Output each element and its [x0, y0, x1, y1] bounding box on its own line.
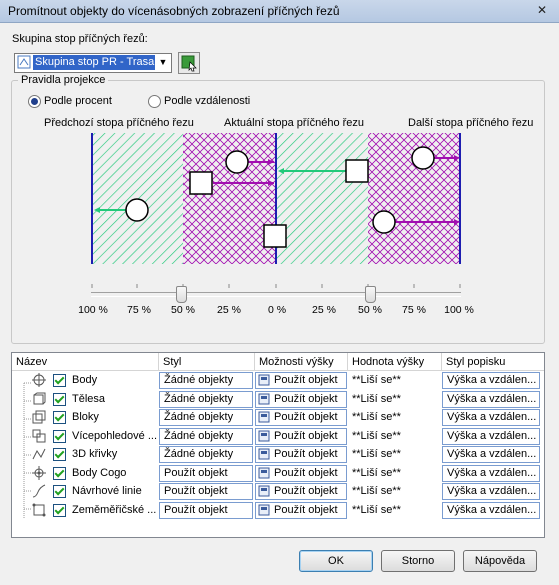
object-style-icon — [258, 485, 270, 497]
row-label-style-select[interactable]: Výška a vzdálen... — [442, 390, 540, 408]
row-checkbox[interactable] — [53, 485, 66, 498]
slider-thumb-right[interactable] — [365, 286, 376, 303]
table-row[interactable]: Vícepohledové ... Žádné objekty Použít obj… — [11, 427, 543, 445]
row-name: 3D křivky — [72, 448, 118, 460]
row-label-style-select[interactable]: Výška a vzdálen... — [442, 409, 540, 426]
table-row[interactable]: Zeměměřičské ... Použít objekt Použít obje… — [11, 501, 543, 519]
row-style-select[interactable]: Žádné objekty — [159, 446, 253, 463]
row-label-style-select[interactable]: Výška a vzdálen... — [442, 464, 540, 482]
row-checkbox[interactable] — [53, 448, 66, 461]
row-name: Zeměměřičské ... — [72, 503, 157, 516]
solid-icon — [33, 392, 46, 404]
column-header-label-style[interactable]: Styl popisku — [442, 353, 544, 371]
tick-label: 100 % — [444, 304, 474, 316]
object-style-icon — [258, 504, 270, 515]
table-row[interactable]: 3D křivky Žádné objekty Použít objekt **Liš… — [11, 445, 543, 463]
slider-thumb-left[interactable] — [176, 286, 187, 303]
row-checkbox[interactable] — [53, 429, 66, 443]
slider-ticks — [91, 284, 461, 288]
row-checkbox[interactable] — [53, 411, 66, 424]
table-row[interactable]: Tělesa Žádné objekty Použít objekt **Liší s… — [11, 390, 543, 408]
tick-label: 50 % — [171, 304, 195, 316]
row-name: Tělesa — [72, 392, 106, 405]
row-height-value[interactable]: **Liší se** — [348, 464, 440, 482]
feature-line-icon — [32, 484, 46, 498]
table-row[interactable]: Návrhové linie Použít objekt Použít objekt… — [11, 482, 543, 500]
object-style-icon — [258, 411, 270, 423]
tick-label: 75 % — [127, 304, 151, 316]
object-style-icon — [258, 467, 270, 478]
multiview-block-icon — [32, 429, 46, 442]
row-checkbox[interactable] — [53, 392, 66, 406]
row-name: Body Cogo — [72, 466, 127, 479]
row-style-select[interactable]: Použít objekt — [159, 483, 253, 500]
square-object — [189, 171, 213, 195]
row-label-style-select[interactable]: Výška a vzdálen... — [442, 483, 540, 500]
tick-label: 50 % — [358, 304, 382, 316]
row-label-style-select[interactable]: Výška a vzdálen... — [442, 372, 540, 389]
tick-label: 100 % — [78, 304, 108, 316]
row-height-value[interactable]: **Liší se** — [348, 482, 440, 500]
column-header-name[interactable]: Název — [12, 353, 159, 371]
square-object — [263, 224, 287, 248]
row-style-select[interactable]: Žádné objekty — [159, 427, 253, 445]
point-icon — [32, 373, 46, 387]
purple-hatch-left — [183, 133, 276, 264]
3d-polyline-icon — [32, 448, 46, 460]
projection-slider-track — [91, 292, 461, 297]
ok-button[interactable]: OK — [299, 550, 373, 572]
row-height-value[interactable]: **Liší se** — [348, 445, 440, 463]
green-hatch-right — [276, 133, 368, 264]
row-height-value[interactable]: **Liší se** — [348, 390, 440, 408]
object-style-icon — [258, 374, 270, 386]
row-checkbox[interactable] — [53, 374, 66, 387]
row-height-value[interactable]: **Liší se** — [348, 501, 440, 519]
row-height-value[interactable]: **Liší se** — [348, 408, 440, 426]
row-name: Body — [72, 374, 98, 386]
cancel-button[interactable]: Storno — [381, 550, 455, 572]
column-header-height-value[interactable]: Hodnota výšky — [348, 353, 442, 371]
tick-label: 25 % — [217, 304, 241, 316]
column-header-height-options[interactable]: Možnosti výšky — [255, 353, 348, 371]
table-row[interactable]: Bloky Žádné objekty Použít objekt **Liší se… — [11, 408, 543, 426]
help-button[interactable]: Nápověda — [463, 550, 537, 572]
row-height-value[interactable]: **Liší se** — [348, 371, 440, 389]
table-row[interactable]: Body Žádné objekty Použít objekt **Liší se*… — [11, 371, 543, 389]
cogo-point-icon — [32, 465, 46, 480]
row-name: Bloky — [72, 411, 99, 423]
row-style-select[interactable]: Použít objekt — [159, 464, 253, 482]
circle-object — [372, 210, 396, 234]
tick-label: 0 % — [267, 304, 287, 316]
circle-object — [125, 198, 149, 222]
row-checkbox[interactable] — [53, 503, 66, 517]
row-style-select[interactable]: Žádné objekty — [159, 390, 253, 408]
table-row[interactable]: Body Cogo Použít objekt Použít objekt **Liš… — [11, 464, 543, 482]
row-label-style-select[interactable]: Výška a vzdálen... — [442, 501, 540, 519]
row-checkbox[interactable] — [53, 466, 66, 480]
row-label-style-select[interactable]: Výška a vzdálen... — [442, 446, 540, 463]
square-object — [345, 159, 369, 183]
row-style-select[interactable]: Použít objekt — [159, 501, 253, 519]
circle-object — [225, 150, 249, 174]
row-height-value[interactable]: **Liší se** — [348, 427, 440, 445]
row-label-style-select[interactable]: Výška a vzdálen... — [442, 427, 540, 445]
tick-label: 25 % — [312, 304, 336, 316]
column-header-style[interactable]: Styl — [159, 353, 255, 371]
tick-label: 75 % — [402, 304, 426, 316]
row-style-select[interactable]: Žádné objekty — [159, 409, 253, 426]
object-style-icon — [258, 393, 270, 404]
row-name: Vícepohledové ... — [72, 429, 158, 442]
block-icon — [32, 410, 46, 424]
survey-figure-icon — [32, 503, 46, 516]
row-style-select[interactable]: Žádné objekty — [159, 372, 253, 389]
circle-object — [411, 146, 435, 170]
object-style-icon — [258, 430, 270, 441]
row-name: Návrhové linie — [72, 485, 142, 497]
object-style-icon — [258, 448, 270, 460]
